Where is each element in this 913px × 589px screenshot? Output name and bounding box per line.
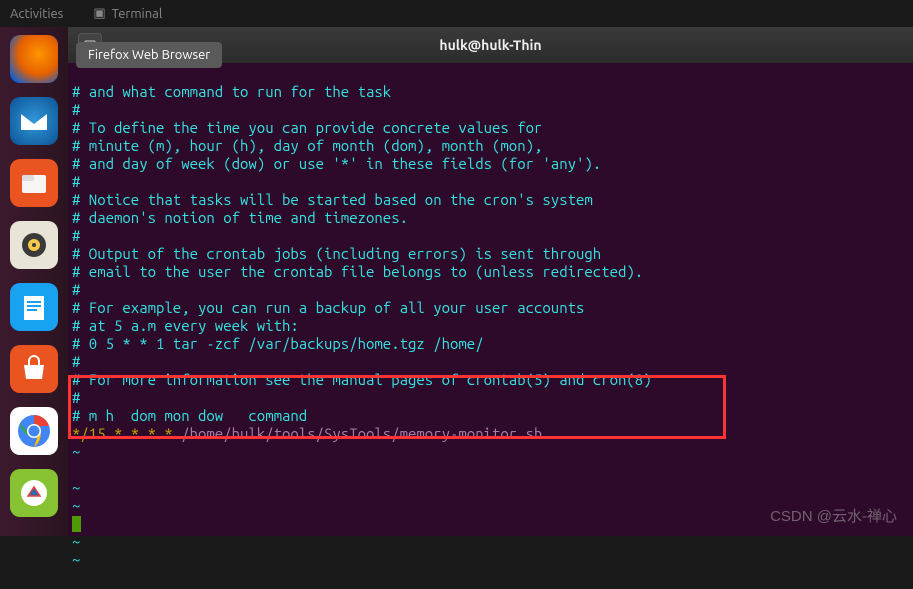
crontab-comment-line: # 0 5 * * 1 tar -zcf /var/backups/home.t… — [72, 335, 484, 352]
crontab-comment-line: # at 5 a.m every week with: — [72, 317, 299, 334]
vim-tilde: ~ — [72, 479, 80, 496]
files-icon[interactable] — [10, 159, 58, 207]
chrome-icon[interactable] — [10, 407, 58, 455]
terminal-window: hulk@hulk-Thin # and what command to run… — [68, 27, 913, 536]
vim-cursor — [72, 516, 81, 532]
rhythmbox-icon[interactable] — [10, 221, 58, 269]
firefox-icon[interactable] — [10, 35, 58, 83]
cron-command: /home/hulk/tools/SysTools/memory-monitor… — [181, 425, 542, 442]
crontab-header-line: # m h dom mon dow command — [72, 407, 307, 424]
crontab-comment-line: # and day of week (dow) or use '*' in th… — [72, 155, 601, 172]
dock — [0, 27, 68, 536]
window-title: hulk@hulk-Thin — [439, 37, 541, 53]
crontab-comment-line: # daemon's notion of time and timezones. — [72, 209, 408, 226]
vim-tilde: ~ — [72, 551, 80, 568]
app-icon[interactable] — [10, 469, 58, 517]
cron-schedule: */15 * * * * — [72, 425, 181, 442]
libreoffice-writer-icon[interactable] — [10, 283, 58, 331]
vim-tilde: ~ — [72, 497, 80, 514]
crontab-comment-line: # — [72, 389, 80, 406]
dock-tooltip: Firefox Web Browser — [76, 42, 222, 68]
crontab-comment-line: # To define the time you can provide con… — [72, 119, 542, 136]
terminal-icon: ▣ — [93, 6, 105, 21]
crontab-comment-line: # — [72, 281, 80, 298]
crontab-comment-line: # email to the user the crontab file bel… — [72, 263, 643, 280]
topbar-app-name[interactable]: ▣ Terminal — [93, 6, 162, 21]
crontab-comment-line: # Output of the crontab jobs (including … — [72, 245, 601, 262]
crontab-comment-line: # — [72, 353, 80, 370]
desktop-topbar: Activities ▣ Terminal — [0, 0, 913, 27]
watermark: CSDN @云水-禅心 — [770, 505, 897, 526]
crontab-comment-line: # — [72, 173, 80, 190]
ubuntu-software-icon[interactable] — [10, 345, 58, 393]
crontab-comment-line: # minute (m), hour (h), day of month (do… — [72, 137, 542, 154]
crontab-comment-line: # Notice that tasks will be started base… — [72, 191, 593, 208]
vim-tilde: ~ — [72, 443, 80, 460]
activities-button[interactable]: Activities — [10, 6, 63, 21]
crontab-comment-line: # For more information see the manual pa… — [72, 371, 652, 388]
crontab-comment-line: # — [72, 101, 80, 118]
crontab-comment-line: # For example, you can run a backup of a… — [72, 299, 584, 316]
thunderbird-icon[interactable] — [10, 97, 58, 145]
crontab-comment-line: # and what command to run for the task — [72, 83, 391, 100]
crontab-comment-line: # — [72, 227, 80, 244]
